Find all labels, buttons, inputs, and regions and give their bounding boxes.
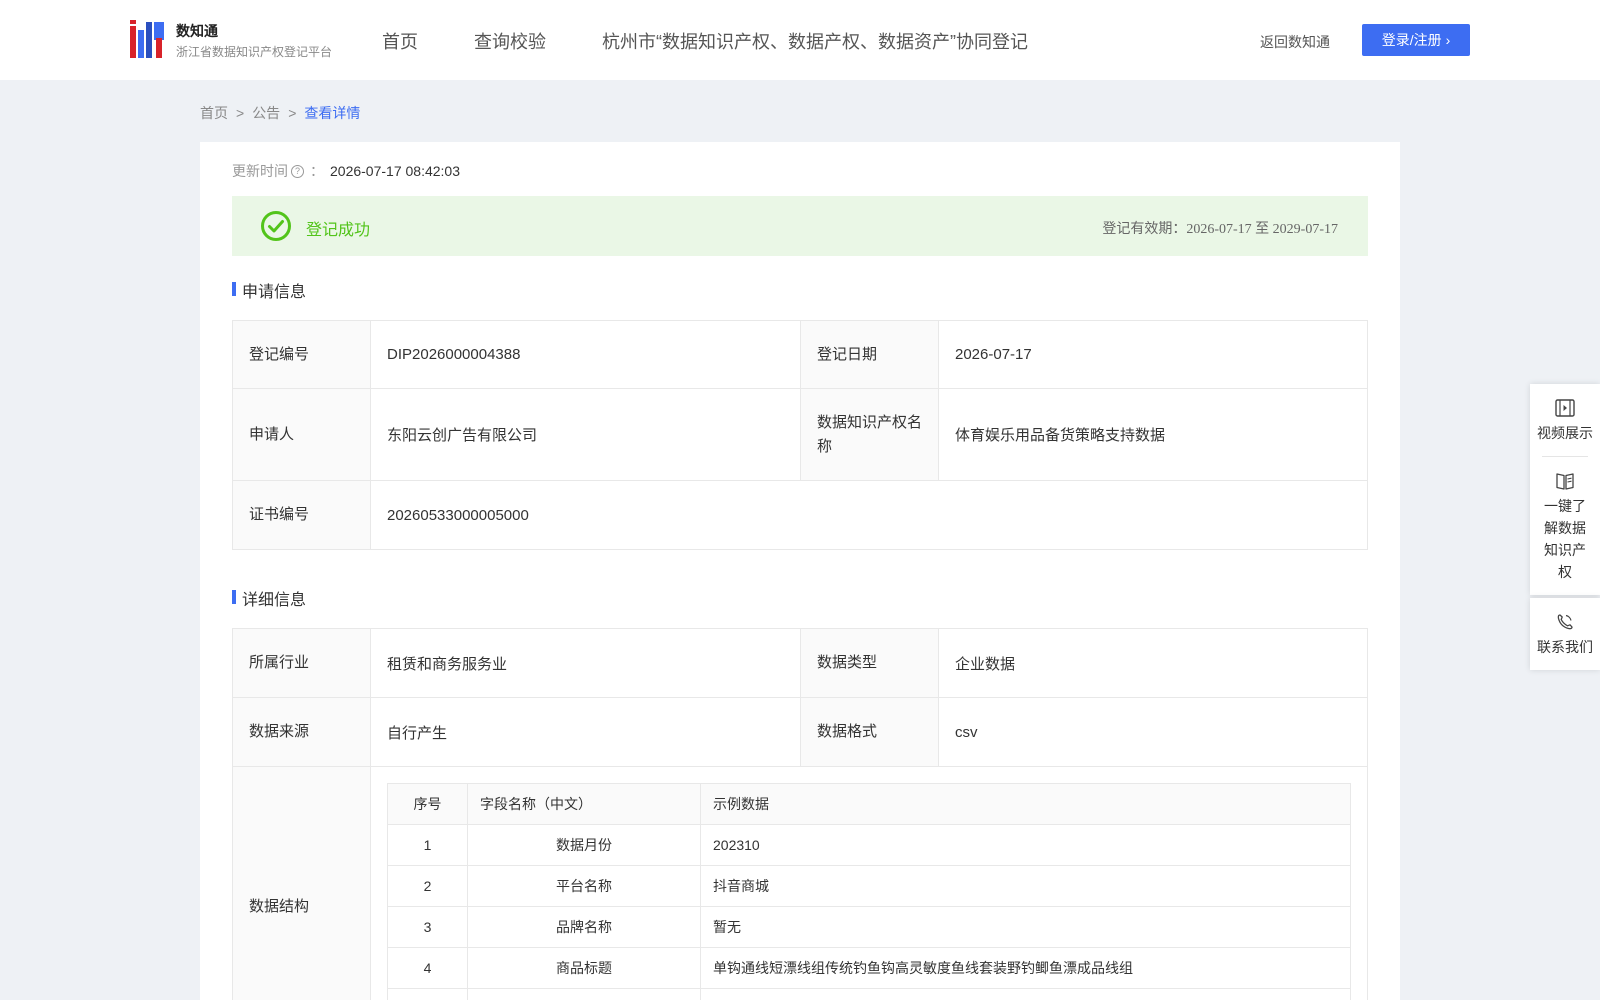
section-title-application: 申请信息: [232, 278, 306, 302]
cell-field-name: 品牌名称: [467, 906, 701, 948]
format-value: csv: [938, 697, 1368, 767]
update-time-colon: ：: [310, 163, 324, 179]
industry-value: 租赁和商务服务业: [370, 628, 801, 698]
cert-no-label: 证书编号: [232, 480, 371, 550]
reg-date-label: 登记日期: [800, 320, 939, 389]
table-row: 数据结构 序号 字段名称（中文） 示例数据 1 数据月份 202310 2 平台…: [232, 766, 1368, 1000]
applicant-label: 申请人: [232, 388, 371, 481]
table-header-row: 序号 字段名称（中文） 示例数据: [387, 783, 1351, 825]
ip-name-label: 数据知识产权名称: [800, 388, 939, 481]
breadcrumb-home[interactable]: 首页: [200, 105, 228, 121]
login-register-button[interactable]: 登录/注册 ›: [1362, 24, 1470, 56]
breadcrumb-separator: >: [288, 105, 297, 121]
cell-field-name: [467, 988, 701, 1000]
nav-hangzhou-registration[interactable]: 杭州市“数据知识产权、数据产权、数据资产”协同登记: [602, 28, 1028, 54]
detail-info-table: 所属行业 租赁和商务服务业 数据类型 企业数据 数据来源 自行产生 数据格式 c…: [232, 628, 1368, 1000]
cell-index: 3: [387, 906, 468, 948]
col-header-index: 序号: [387, 783, 468, 825]
detail-card: 更新时间 ? ： 2026-07-17 08:42:03 登记成功 登记有效期：…: [200, 142, 1400, 1000]
reg-no-value: DIP2026000004388: [370, 320, 801, 389]
video-icon: [1555, 399, 1575, 417]
breadcrumb-separator: >: [236, 105, 245, 121]
data-type-label: 数据类型: [800, 628, 939, 698]
breadcrumb-current: 查看详情: [304, 105, 361, 121]
table-row: 数据来源 自行产生 数据格式 csv: [232, 697, 1368, 767]
format-label: 数据格式: [800, 697, 939, 767]
section-title-details: 详细信息: [232, 586, 306, 610]
cell-example: 抖音商城: [700, 865, 1351, 907]
learn-ip-button[interactable]: 一键了解数据知识产权: [1530, 457, 1600, 595]
cell-field-name: 平台名称: [467, 865, 701, 907]
top-header: 数知通 浙江省数据知识产权登记平台 首页 查询校验 杭州市“数据知识产权、数据产…: [0, 0, 1600, 80]
update-time-label: 更新时间: [232, 163, 288, 179]
table-row: [387, 988, 1351, 1000]
chevron-right-icon: ›: [1445, 32, 1451, 48]
back-to-shuzhitong-link[interactable]: 返回数知通: [1260, 32, 1330, 52]
float-panel-top: 视频展示 一键了解数据知识产权: [1530, 384, 1600, 595]
table-row: 所属行业 租赁和商务服务业 数据类型 企业数据: [232, 628, 1368, 698]
cell-example: 202310: [700, 824, 1351, 866]
cell-example: 暂无: [700, 906, 1351, 948]
data-type-value: 企业数据: [938, 628, 1368, 698]
contact-us-button[interactable]: 联系我们: [1530, 598, 1600, 670]
book-icon: [1556, 473, 1574, 490]
application-info-table: 登记编号 DIP2026000004388 登记日期 2026-07-17 申请…: [232, 320, 1368, 550]
table-row: 3 品牌名称 暂无: [387, 906, 1351, 948]
structure-label: 数据结构: [232, 766, 371, 1000]
table-row: 1 数据月份 202310: [387, 824, 1351, 866]
phone-icon: [1557, 614, 1573, 630]
update-time-value: 2026-07-17 08:42:03: [330, 163, 460, 179]
table-row: 4 商品标题 单钩通线短漂线组传统钓鱼钩高灵敏度鱼线套装野钓鲫鱼漂成品线组: [387, 947, 1351, 989]
brand-name: 数知通: [176, 23, 218, 39]
table-row: 登记编号 DIP2026000004388 登记日期 2026-07-17: [232, 320, 1368, 389]
breadcrumb: 首页 > 公告 > 查看详情: [200, 103, 360, 123]
video-showcase-label: 视频展示: [1537, 425, 1593, 441]
update-time-row: 更新时间 ? ： 2026-07-17 08:42:03: [232, 161, 460, 181]
question-circle-icon[interactable]: ?: [291, 164, 304, 178]
table-row: 证书编号 20260533000005000: [232, 480, 1368, 550]
source-label: 数据来源: [232, 697, 371, 767]
col-header-field-name: 字段名称（中文）: [467, 783, 701, 825]
ip-name-value: 体育娱乐用品备货策略支持数据: [938, 388, 1368, 481]
cell-field-name: 商品标题: [467, 947, 701, 989]
table-row: 申请人 东阳云创广告有限公司 数据知识产权名称 体育娱乐用品备货策略支持数据: [232, 388, 1368, 481]
reg-date-value: 2026-07-17: [938, 320, 1368, 389]
status-text: 登记成功: [306, 222, 371, 239]
logo-icon: [130, 20, 164, 58]
validity-period: 登记有效期：2026-07-17 至 2029-07-17: [1102, 222, 1338, 237]
source-value: 自行产生: [370, 697, 801, 767]
breadcrumb-notice[interactable]: 公告: [252, 105, 280, 121]
cert-no-value: 20260533000005000: [370, 480, 1368, 550]
industry-label: 所属行业: [232, 628, 371, 698]
structure-cell: 序号 字段名称（中文） 示例数据 1 数据月份 202310 2 平台名称 抖音…: [370, 766, 1368, 1000]
cell-index: 4: [387, 947, 468, 989]
cell-example: 单钩通线短漂线组传统钓鱼钩高灵敏度鱼线套装野钓鲫鱼漂成品线组: [700, 947, 1351, 989]
login-register-label: 登录/注册: [1381, 32, 1442, 48]
cell-example: [700, 988, 1351, 1000]
table-row: 2 平台名称 抖音商城: [387, 865, 1351, 907]
col-header-example: 示例数据: [700, 783, 1351, 825]
data-structure-table: 序号 字段名称（中文） 示例数据 1 数据月份 202310 2 平台名称 抖音…: [387, 783, 1351, 1000]
reg-no-label: 登记编号: [232, 320, 371, 389]
check-circle-icon: [261, 211, 291, 241]
contact-us-label: 联系我们: [1537, 639, 1593, 655]
learn-ip-label: 一键了解数据知识产权: [1544, 498, 1586, 580]
nav-query[interactable]: 查询校验: [474, 28, 546, 54]
cell-index: 1: [387, 824, 468, 866]
brand-subtitle: 浙江省数据知识产权登记平台: [176, 45, 333, 59]
applicant-value: 东阳云创广告有限公司: [370, 388, 801, 481]
float-panel-bottom: 联系我们: [1530, 598, 1600, 670]
video-showcase-button[interactable]: 视频展示: [1530, 384, 1600, 456]
registration-status-banner: 登记成功 登记有效期：2026-07-17 至 2029-07-17: [232, 196, 1368, 256]
cell-field-name: 数据月份: [467, 824, 701, 866]
nav-home[interactable]: 首页: [382, 28, 418, 54]
cell-index: 2: [387, 865, 468, 907]
cell-index: [387, 988, 468, 1000]
